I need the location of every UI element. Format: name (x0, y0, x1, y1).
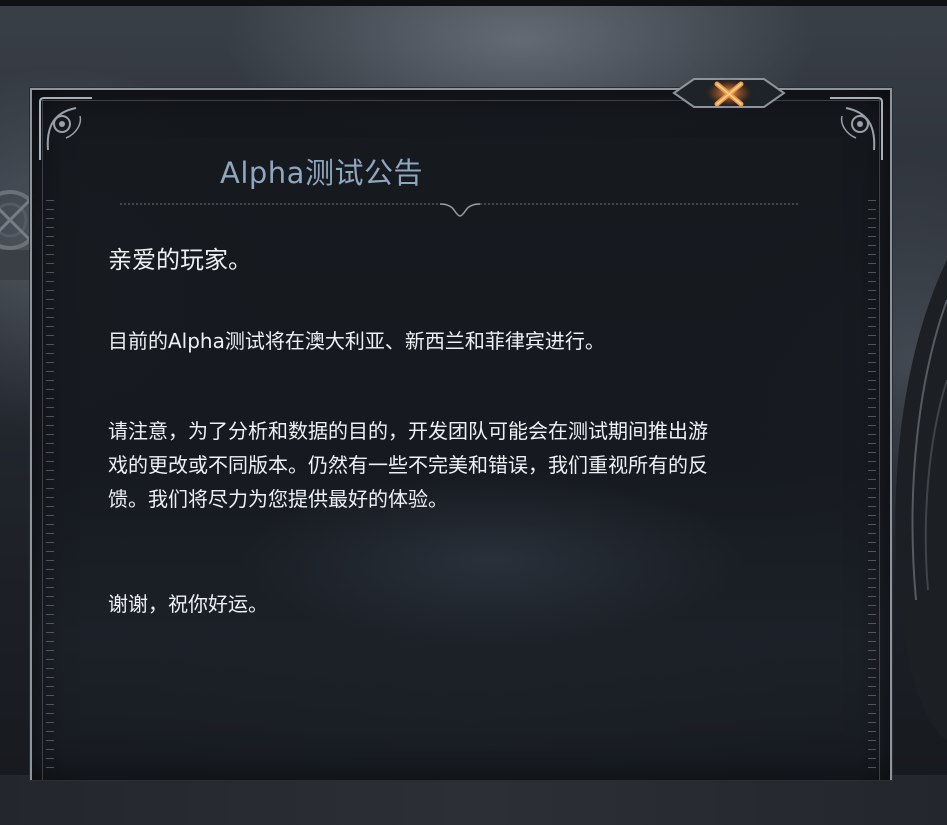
bottom-bar (0, 775, 947, 825)
feather-prop-icon (895, 260, 947, 740)
close-x-icon (672, 78, 786, 108)
left-rail-ornament (46, 200, 54, 770)
right-rail-ornament (868, 200, 876, 770)
corner-ornament-icon (830, 97, 883, 160)
top-edge-strip (0, 0, 947, 6)
greeting-text: 亲爱的玩家。 (108, 246, 252, 274)
close-button[interactable] (672, 76, 786, 110)
title-divider (120, 203, 800, 217)
paragraph-notice: 请注意，为了分析和数据的目的，开发团队可能会在测试期间推出游 戏的更改或不同版本… (108, 414, 808, 516)
paragraph-line: 馈。我们将尽力为您提供最好的体验。 (108, 487, 448, 511)
game-screen: Alpha测试公告 亲爱的玩家。 目前的Alpha测试将在澳大利亚、新西兰和菲律… (0, 0, 947, 825)
paragraph-line: 戏的更改或不同版本。仍然有一些不完美和错误，我们重视所有的反 (108, 453, 708, 477)
corner-ornament-icon (39, 97, 92, 160)
notice-title: Alpha测试公告 (220, 156, 423, 190)
paragraph-line: 请注意，为了分析和数据的目的，开发团队可能会在测试期间推出游 (108, 419, 708, 443)
paragraph-region: 目前的Alpha测试将在澳大利亚、新西兰和菲律宾进行。 (108, 329, 605, 353)
closing-text: 谢谢，祝你好运。 (108, 592, 268, 616)
